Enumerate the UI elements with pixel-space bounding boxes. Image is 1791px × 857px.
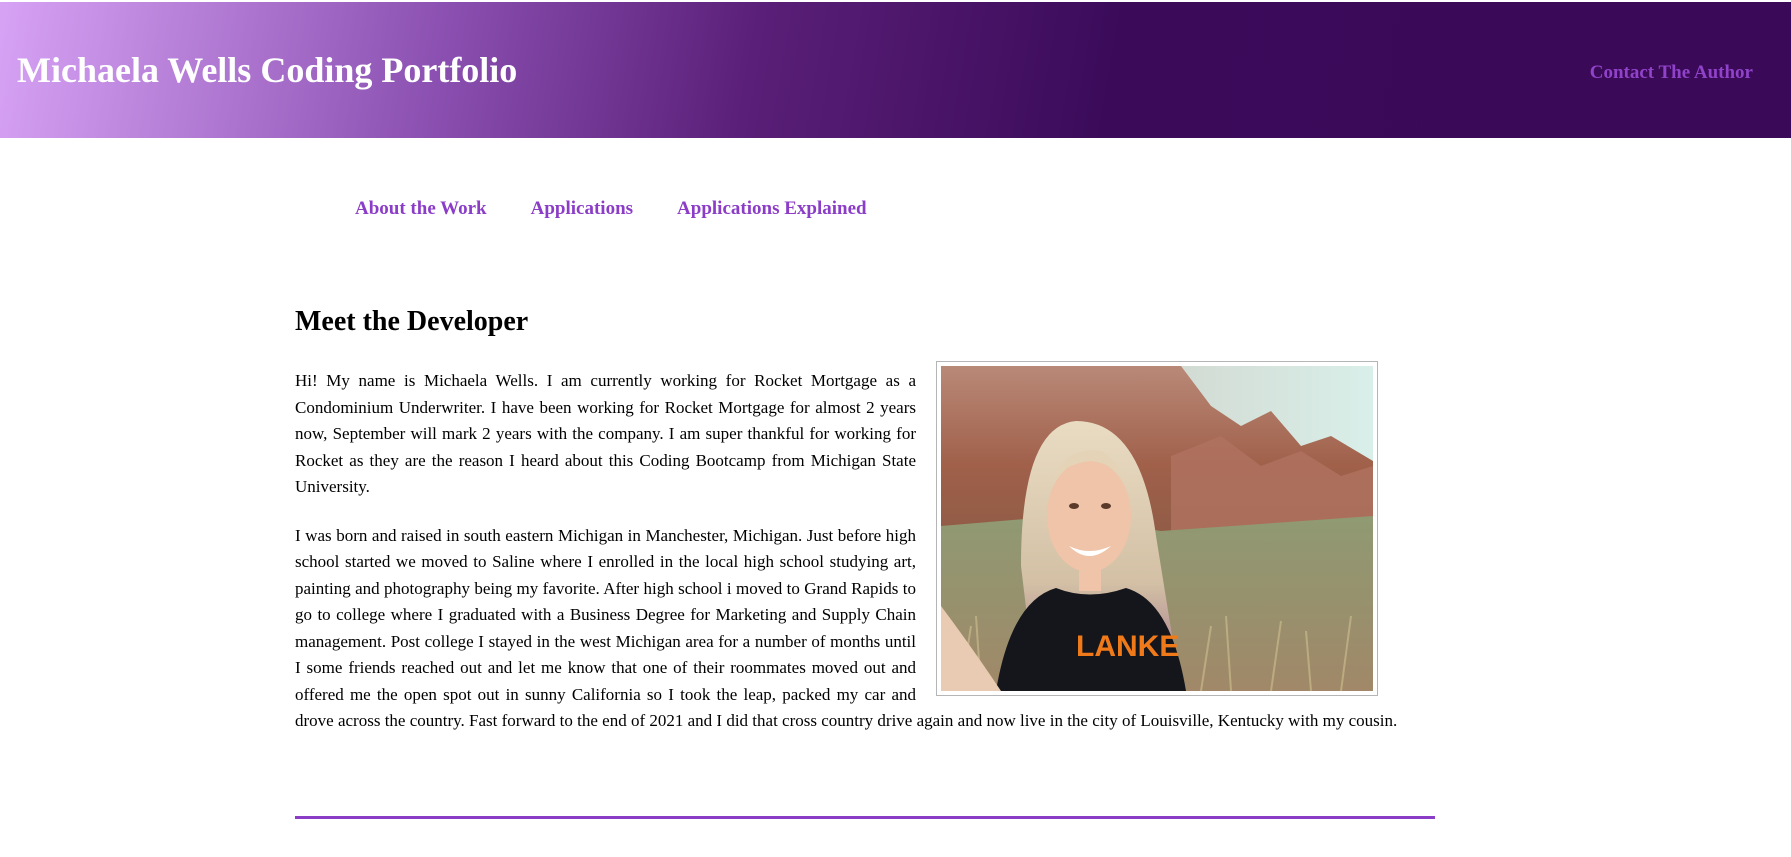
site-header: Michaela Wells Coding Portfolio Contact … — [0, 2, 1791, 138]
main-nav: About the Work Applications Applications… — [355, 198, 867, 220]
developer-photo: LANKE — [941, 366, 1373, 691]
section-divider — [295, 816, 1435, 819]
about-section: LANKE Hi! My name is Michaela Wells. I a… — [295, 361, 1435, 757]
nav-applications-explained[interactable]: Applications Explained — [677, 198, 867, 220]
site-title: Michaela Wells Coding Portfolio — [17, 50, 518, 90]
contact-author-link[interactable]: Contact The Author — [1590, 62, 1753, 84]
developer-photo-frame: LANKE — [936, 361, 1378, 696]
section-heading: Meet the Developer — [295, 306, 529, 337]
nav-about-the-work[interactable]: About the Work — [355, 198, 487, 220]
shirt-text: LANKE — [1076, 630, 1179, 663]
nav-applications[interactable]: Applications — [531, 198, 633, 220]
